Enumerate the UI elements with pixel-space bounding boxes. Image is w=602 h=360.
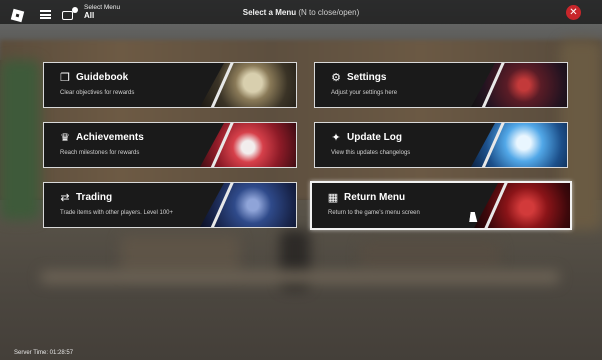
- menu-card-description: View this updates changelogs: [331, 150, 411, 156]
- menu-card-title: Trading: [76, 192, 113, 203]
- top-bar: Select Menu All Select a Menu (N to clos…: [0, 0, 602, 24]
- menu-card-return-menu[interactable]: ▦ Return Menu Return to the game's menu …: [310, 181, 572, 230]
- menu-card-guidebook[interactable]: ❐ Guidebook Clear objectives for rewards: [43, 62, 297, 108]
- page-title-hint: (N to close/open): [298, 8, 360, 17]
- menu-card-description: Trade items with other players. Level 10…: [60, 210, 174, 216]
- gear-icon: ⚙: [331, 72, 341, 84]
- page-title-text: Select a Menu: [242, 8, 297, 17]
- grid-icon: ▦: [327, 192, 339, 204]
- swap-arrows-icon: ⇄: [60, 192, 70, 204]
- menu-card-title: Update Log: [347, 132, 402, 143]
- server-time: Server Time: 01:28:57: [14, 350, 74, 356]
- menu-card-description: Return to the game's menu screen: [328, 210, 420, 216]
- menu-card-description: Adjust your settings here: [331, 90, 398, 96]
- menu-card-title: Settings: [347, 72, 387, 83]
- page-title: Select a Menu (N to close/open): [0, 8, 602, 17]
- menu-card-description: Clear objectives for rewards: [60, 90, 135, 96]
- sparkle-icon: ✦: [331, 132, 341, 144]
- book-icon: ❐: [60, 72, 70, 84]
- menu-card-achievements[interactable]: ♛ Achievements Reach milestones for rewa…: [43, 122, 297, 168]
- menu-card-update-log[interactable]: ✦ Update Log View this updates changelog…: [314, 122, 568, 168]
- menu-card-title: Achievements: [76, 132, 144, 143]
- close-button[interactable]: ✕: [566, 5, 581, 20]
- menu-card-description: Reach milestones for rewards: [60, 150, 140, 156]
- game-world-background: [0, 0, 602, 360]
- menu-card-trading[interactable]: ⇄ Trading Trade items with other players…: [43, 182, 297, 228]
- menu-card-title: Guidebook: [76, 72, 129, 83]
- menu-card-settings[interactable]: ⚙ Settings Adjust your settings here: [314, 62, 568, 108]
- mouse-cursor-icon: [470, 212, 478, 224]
- trophy-icon: ♛: [60, 132, 70, 144]
- menu-card-title: Return Menu: [344, 192, 406, 203]
